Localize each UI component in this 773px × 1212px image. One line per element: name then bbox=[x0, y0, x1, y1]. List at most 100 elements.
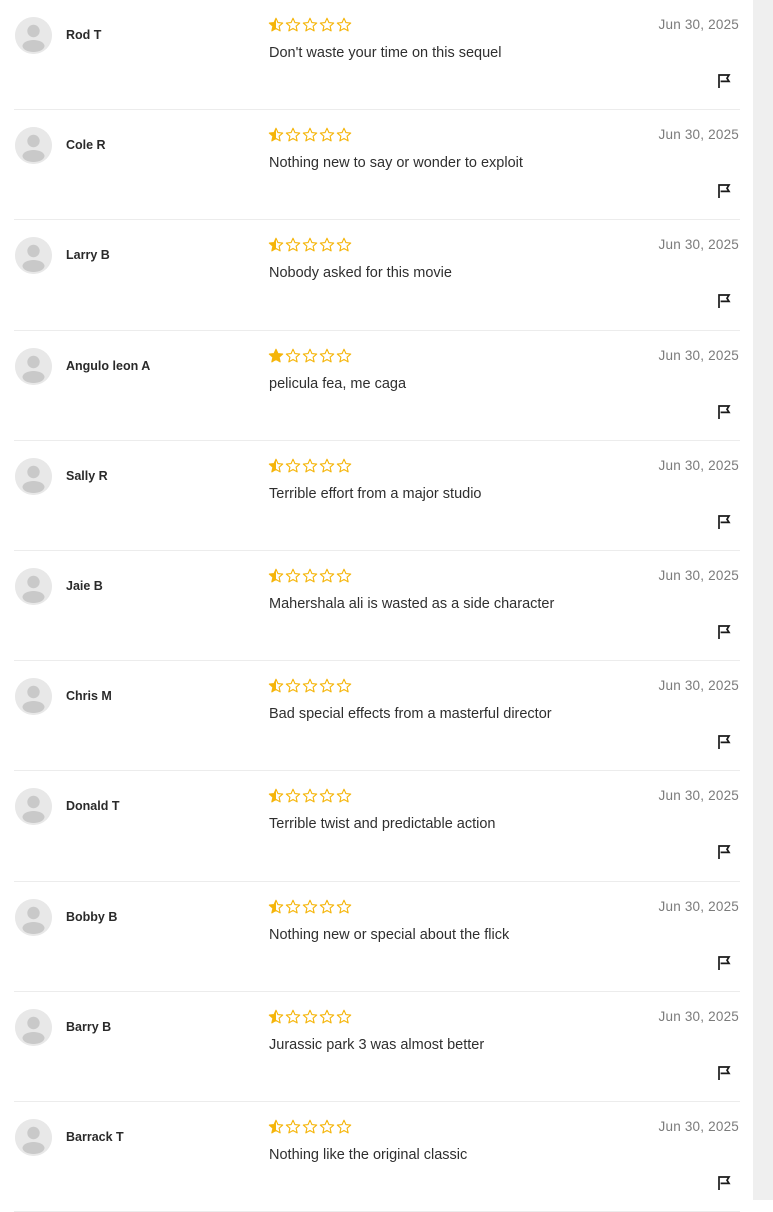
star-outline-icon bbox=[285, 238, 301, 252]
avatar bbox=[15, 1008, 52, 1046]
reviewer-name[interactable]: Bobby B bbox=[66, 910, 117, 924]
star-half-icon bbox=[268, 458, 284, 473]
star-outline-icon bbox=[302, 1119, 318, 1134]
star-outline-icon bbox=[302, 127, 318, 142]
star-outline-icon bbox=[336, 1009, 352, 1024]
reviewer-name[interactable]: Larry B bbox=[66, 248, 110, 262]
flag-icon bbox=[718, 735, 731, 750]
star-outline-icon bbox=[319, 127, 335, 142]
review-item: Rod T Don't waste your time on this sequ… bbox=[14, 0, 740, 111]
report-flag-button[interactable] bbox=[716, 1175, 732, 1191]
star-outline-icon bbox=[285, 568, 301, 583]
review-date: Jun 30, 2025 bbox=[658, 1008, 739, 1024]
star-outline-icon bbox=[302, 17, 318, 32]
report-flag-button[interactable] bbox=[716, 293, 732, 309]
star-outline-icon bbox=[285, 1119, 301, 1134]
review-item: Angulo leon A pelicula fea, me caga Jun … bbox=[14, 331, 740, 441]
flag-icon bbox=[718, 514, 731, 529]
star-rating bbox=[268, 17, 352, 33]
avatar bbox=[15, 457, 52, 495]
review-date: Jun 30, 2025 bbox=[658, 347, 739, 363]
report-flag-button[interactable] bbox=[716, 844, 732, 860]
scrollbar-track[interactable] bbox=[753, 0, 773, 1200]
report-flag-button[interactable] bbox=[716, 514, 732, 530]
review-item: Bobby B Nothing new or special about the… bbox=[14, 882, 740, 992]
review-date: Jun 30, 2025 bbox=[658, 1118, 739, 1134]
star-half-icon bbox=[268, 899, 284, 913]
review-item: Barry B Jurassic park 3 was almost bette… bbox=[14, 992, 740, 1102]
report-flag-button[interactable] bbox=[716, 73, 732, 89]
star-outline-icon bbox=[285, 899, 301, 913]
report-flag-button[interactable] bbox=[716, 183, 732, 199]
star-rating bbox=[268, 1009, 352, 1025]
review-text: Terrible effort from a major studio bbox=[269, 485, 482, 502]
star-half-icon bbox=[268, 127, 284, 142]
flag-icon bbox=[718, 294, 731, 309]
report-flag-button[interactable] bbox=[716, 1065, 732, 1081]
user-silhouette-icon bbox=[15, 567, 52, 605]
star-outline-icon bbox=[336, 238, 352, 252]
reviewer-name[interactable]: Chris M bbox=[66, 689, 112, 703]
user-silhouette-icon bbox=[15, 237, 52, 275]
report-flag-button[interactable] bbox=[716, 955, 732, 971]
reviewer-name[interactable]: Donald T bbox=[66, 799, 119, 813]
star-outline-icon bbox=[285, 678, 301, 693]
review-list: Rod T Don't waste your time on this sequ… bbox=[0, 0, 753, 1212]
user-silhouette-icon bbox=[15, 127, 52, 165]
star-outline-icon bbox=[285, 348, 301, 363]
star-outline-icon bbox=[285, 17, 301, 32]
review-item: Barrack T Nothing like the original clas… bbox=[14, 1102, 740, 1212]
star-outline-icon bbox=[319, 1119, 335, 1134]
reviewer-name[interactable]: Sally R bbox=[66, 469, 108, 483]
star-outline-icon bbox=[302, 568, 318, 583]
review-text: Mahershala ali is wasted as a side chara… bbox=[269, 595, 555, 612]
flag-icon bbox=[718, 1176, 731, 1190]
flag-icon bbox=[718, 845, 731, 860]
star-outline-icon bbox=[302, 788, 318, 803]
report-flag-button[interactable] bbox=[716, 734, 732, 750]
review-date: Jun 30, 2025 bbox=[658, 678, 739, 694]
reviewer-name[interactable]: Barrack T bbox=[66, 1130, 124, 1144]
reviewer-name[interactable]: Barry B bbox=[66, 1020, 111, 1034]
star-rating bbox=[268, 568, 352, 584]
review-date: Jun 30, 2025 bbox=[658, 567, 739, 583]
review-item: Donald T Terrible twist and predictable … bbox=[14, 771, 740, 882]
reviewer-name[interactable]: Cole R bbox=[66, 138, 106, 152]
review-text: Bad special effects from a masterful dir… bbox=[269, 706, 552, 723]
user-silhouette-icon bbox=[15, 347, 52, 385]
avatar bbox=[15, 127, 52, 165]
star-outline-icon bbox=[336, 127, 352, 142]
star-outline-icon bbox=[336, 788, 352, 803]
star-outline-icon bbox=[285, 1009, 301, 1024]
reviewer-name[interactable]: Jaie B bbox=[66, 579, 103, 593]
star-outline-icon bbox=[302, 1009, 318, 1024]
star-outline-icon bbox=[319, 899, 335, 913]
avatar bbox=[15, 788, 52, 826]
avatar bbox=[15, 567, 52, 605]
star-filled-icon bbox=[268, 348, 284, 363]
report-flag-button[interactable] bbox=[716, 624, 732, 640]
star-outline-icon bbox=[336, 458, 352, 473]
star-outline-icon bbox=[336, 17, 352, 32]
star-half-icon bbox=[268, 238, 284, 252]
user-silhouette-icon bbox=[15, 1118, 52, 1156]
star-outline-icon bbox=[285, 458, 301, 473]
user-silhouette-icon bbox=[15, 17, 52, 54]
star-half-icon bbox=[268, 568, 284, 583]
avatar bbox=[15, 1118, 52, 1156]
star-outline-icon bbox=[319, 1009, 335, 1024]
flag-icon bbox=[718, 404, 731, 419]
star-outline-icon bbox=[336, 678, 352, 693]
review-date: Jun 30, 2025 bbox=[658, 127, 739, 143]
flag-icon bbox=[718, 1065, 731, 1080]
review-item: Larry B Nobody asked for this movie Jun … bbox=[14, 220, 740, 331]
report-flag-button[interactable] bbox=[716, 404, 732, 420]
review-item: Chris M Bad special effects from a maste… bbox=[14, 661, 740, 772]
star-rating bbox=[268, 899, 352, 915]
star-rating bbox=[268, 1119, 352, 1135]
reviewer-name[interactable]: Rod T bbox=[66, 28, 101, 42]
star-outline-icon bbox=[319, 348, 335, 363]
review-text: Nothing new to say or wonder to exploit bbox=[269, 155, 523, 172]
star-rating bbox=[268, 458, 352, 474]
reviewer-name[interactable]: Angulo leon A bbox=[66, 359, 150, 373]
